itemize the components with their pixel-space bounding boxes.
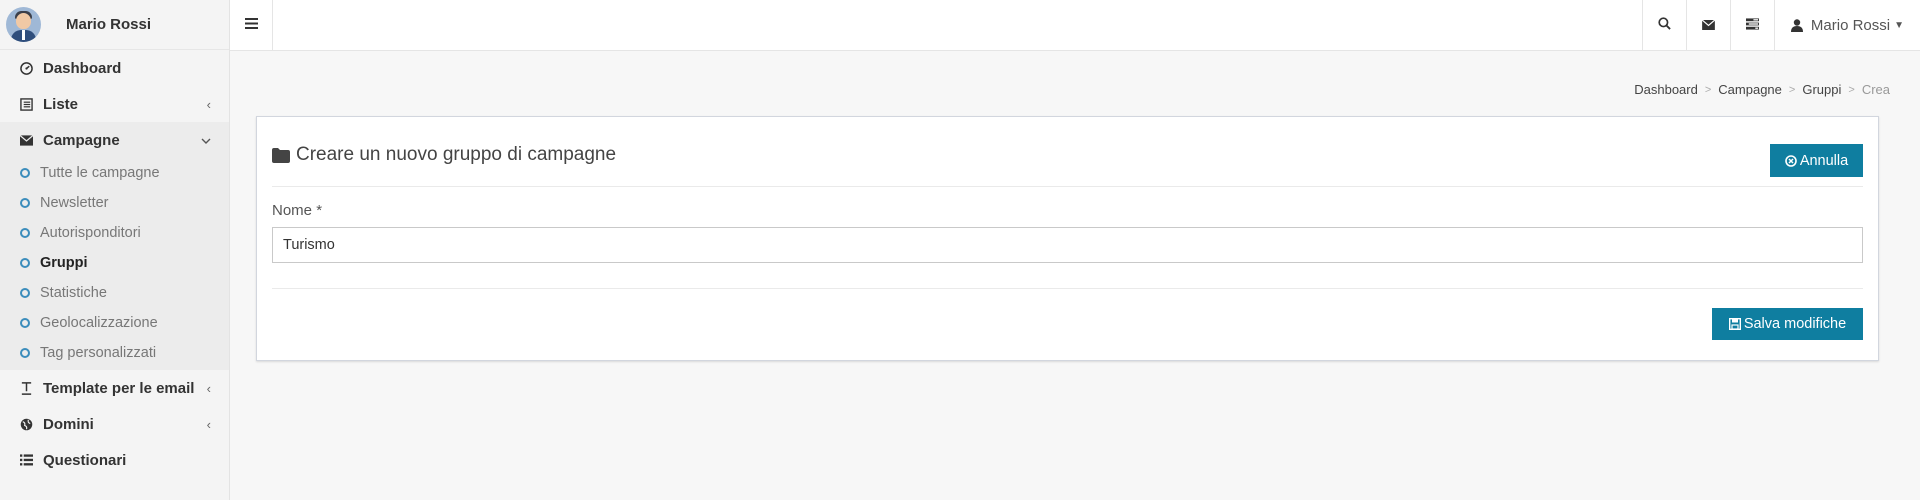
circle-icon (20, 348, 30, 358)
sidebar-item-dashboard[interactable]: Dashboard (0, 50, 229, 86)
sidebar-item-label: Questionari (43, 451, 127, 469)
save-icon (1728, 318, 1741, 330)
submenu-item-label: Newsletter (40, 195, 109, 211)
breadcrumb: Dashboard > Campagne > Gruppi > Crea (1634, 82, 1890, 97)
cancel-button[interactable]: Annulla (1770, 144, 1863, 177)
text-icon (18, 381, 34, 395)
submenu-item-statistiche[interactable]: Statistiche (0, 278, 229, 308)
sidebar-item-label: Dashboard (43, 59, 122, 77)
submenu-item-gruppi[interactable]: Gruppi (0, 248, 229, 278)
sidebar-menu-lower: Template per le email ‹ Domini ‹ Questio… (0, 370, 229, 478)
cancel-button-label: Annulla (1799, 152, 1849, 169)
top-navbar: Mario Rossi ▼ (230, 0, 1920, 51)
breadcrumb-separator: > (1704, 83, 1712, 96)
avatar (6, 7, 41, 42)
sidebar-item-template-email[interactable]: Template per le email ‹ (0, 370, 229, 406)
circle-icon (20, 258, 30, 268)
save-button-label: Salva modifiche (1743, 316, 1847, 332)
folder-icon (272, 147, 290, 163)
panel-header: Creare un nuovo gruppo di campagne Annul… (272, 117, 1863, 187)
circle-icon (20, 228, 30, 238)
circle-icon (20, 288, 30, 298)
submenu-item-label: Tag personalizzati (40, 345, 157, 361)
search-icon (1658, 16, 1671, 34)
name-input[interactable] (272, 227, 1863, 263)
user-panel: Mario Rossi (0, 0, 229, 50)
submenu-item-geolocalizzazione[interactable]: Geolocalizzazione (0, 308, 229, 338)
breadcrumb-link[interactable]: Dashboard (1634, 82, 1698, 97)
submenu-item-label: Statistiche (40, 285, 107, 301)
breadcrumb-link[interactable]: Gruppi (1802, 82, 1841, 97)
search-button[interactable] (1641, 0, 1686, 50)
sidebar-item-label: Liste (43, 95, 79, 113)
sidebar-toggle-button[interactable] (230, 0, 273, 50)
submenu-item-tag-personalizzati[interactable]: Tag personalizzati (0, 338, 229, 368)
user-menu-label: Mario Rossi (1810, 16, 1891, 34)
submenu-item-label: Tutte le campagne (40, 165, 160, 181)
envelope-icon (1701, 17, 1716, 34)
name-form-group: Nome * (272, 187, 1863, 263)
navbar-right: Mario Rossi ▼ (1641, 0, 1920, 50)
globe-icon (18, 418, 34, 431)
submenu-item-label: Geolocalizzazione (40, 315, 158, 331)
breadcrumb-link[interactable]: Campagne (1718, 82, 1782, 97)
page-title: Creare un nuovo gruppo di campagne (272, 144, 616, 166)
close-circle-icon (1785, 154, 1797, 167)
messages-button[interactable] (1685, 0, 1730, 50)
create-group-panel: Creare un nuovo gruppo di campagne Annul… (256, 116, 1879, 361)
submenu-item-newsletter[interactable]: Newsletter (0, 188, 229, 218)
name-label: Nome * (272, 202, 1863, 219)
submenu-item-tutte-le-campagne[interactable]: Tutte le campagne (0, 158, 229, 188)
chevron-down-icon (201, 133, 211, 148)
sidebar-item-label: Campagne (43, 131, 120, 149)
page-title-text: Creare un nuovo gruppo di campagne (296, 144, 617, 165)
sidebar-item-liste[interactable]: Liste ‹ (0, 86, 229, 122)
tasks-button[interactable] (1729, 0, 1774, 50)
save-button[interactable]: Salva modifiche (1712, 308, 1863, 340)
circle-icon (20, 198, 30, 208)
sidebar-menu: Dashboard Liste ‹ Campagne (0, 50, 229, 158)
breadcrumb-separator: > (1848, 83, 1855, 96)
dashboard-icon (18, 61, 34, 75)
chevron-left-icon: ‹ (206, 380, 211, 396)
chevron-left-icon: ‹ (206, 96, 211, 112)
breadcrumb-separator: > (1788, 83, 1796, 96)
campagne-submenu: Tutte le campagne Newsletter Autorispond… (0, 158, 229, 370)
hamburger-icon (244, 16, 258, 34)
tasks-icon (1745, 17, 1759, 34)
panel-footer: Salva modifiche (272, 288, 1863, 358)
user-name: Mario Rossi (66, 16, 152, 33)
submenu-item-label: Autorisponditori (40, 225, 141, 241)
caret-down-icon: ▼ (1894, 19, 1904, 31)
sidebar-item-questionari[interactable]: Questionari (0, 442, 229, 478)
user-menu[interactable]: Mario Rossi ▼ (1773, 0, 1920, 50)
chevron-left-icon: ‹ (206, 416, 211, 432)
sidebar-item-label: Domini (43, 415, 94, 433)
list-icon (18, 454, 34, 466)
submenu-item-label: Gruppi (40, 255, 88, 271)
sidebar-item-label: Template per le email (43, 379, 195, 397)
list-alt-icon (18, 97, 34, 111)
submenu-item-autorisponditori[interactable]: Autorisponditori (0, 218, 229, 248)
envelope-icon (18, 134, 34, 146)
circle-icon (20, 318, 30, 328)
breadcrumb-current: Crea (1861, 82, 1890, 97)
required-marker: * (316, 202, 323, 219)
sidebar-item-campagne[interactable]: Campagne (0, 122, 229, 158)
circle-icon (20, 168, 30, 178)
name-label-text: Nome (272, 202, 313, 219)
user-icon (1790, 18, 1803, 32)
sidebar-item-domini[interactable]: Domini ‹ (0, 406, 229, 442)
sidebar: Mario Rossi Dashboard Liste ‹ Campagne T… (0, 0, 230, 500)
